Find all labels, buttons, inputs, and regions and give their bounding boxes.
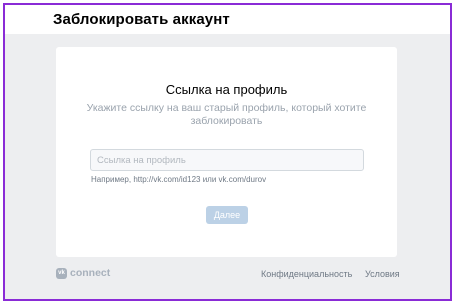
top-bar: Заблокировать аккаунт — [5, 5, 450, 34]
profile-link-input[interactable] — [90, 149, 364, 171]
block-account-card: Ссылка на профиль Укажите ссылку на ваш … — [56, 47, 397, 257]
brand-name: connect — [70, 267, 111, 279]
card-subtitle: Укажите ссылку на ваш старый профиль, ко… — [86, 102, 367, 127]
page-title: Заблокировать аккаунт — [53, 11, 230, 28]
window-frame: Заблокировать аккаунт Ссылка на профиль … — [3, 3, 452, 301]
privacy-link[interactable]: Конфиденциальность — [261, 269, 352, 279]
vk-connect-logo: vk connect — [56, 267, 110, 279]
terms-link[interactable]: Условия — [365, 269, 400, 279]
card-title: Ссылка на профиль — [165, 82, 288, 97]
vk-logo-icon: vk — [56, 267, 67, 279]
next-button[interactable]: Далее — [206, 206, 248, 224]
input-hint: Например, http://vk.com/id123 или vk.com… — [91, 175, 267, 184]
